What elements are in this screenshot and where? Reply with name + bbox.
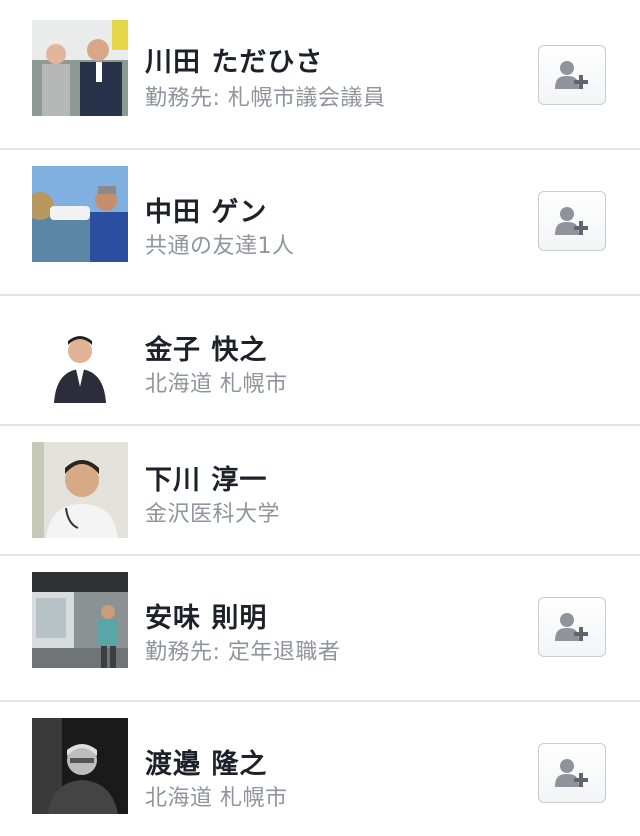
avatar[interactable] [32, 313, 128, 409]
list-item[interactable]: 川田 ただひさ 勤務先: 札幌市議会議員 [0, 0, 640, 150]
person-name[interactable]: 川田 ただひさ [145, 40, 323, 79]
person-detail: 共通の友達1人 [145, 234, 295, 259]
add-friend-button[interactable] [538, 743, 606, 803]
avatar[interactable] [32, 166, 128, 262]
list-item[interactable]: 渡邉 隆之 北海道 札幌市 [0, 702, 640, 836]
person-detail: 勤務先: 札幌市議会議員 [145, 86, 386, 111]
person-name[interactable]: 安味 則明 [145, 596, 267, 635]
add-friend-icon [555, 613, 588, 641]
add-friend-button[interactable] [538, 45, 606, 105]
add-friend-icon [555, 207, 588, 235]
person-name[interactable]: 中田 ゲン [145, 190, 267, 229]
person-name[interactable]: 金子 快之 [145, 328, 267, 367]
list-item[interactable]: 下川 淳一 金沢医科大学 [0, 426, 640, 556]
add-friend-button[interactable] [538, 191, 606, 251]
person-detail: 金沢医科大学 [145, 502, 281, 527]
person-name[interactable]: 下川 淳一 [145, 458, 267, 497]
add-friend-button[interactable] [538, 597, 606, 657]
person-name[interactable]: 渡邉 隆之 [145, 742, 267, 781]
person-detail: 勤務先: 定年退職者 [145, 640, 341, 665]
add-friend-icon [555, 61, 588, 89]
list-item[interactable]: 安味 則明 勤務先: 定年退職者 [0, 556, 640, 702]
person-detail: 北海道 札幌市 [145, 786, 288, 811]
people-list: 川田 ただひさ 勤務先: 札幌市議会議員 中田 ゲン 共通の友達1人 金子 快之… [0, 0, 640, 836]
person-detail: 北海道 札幌市 [145, 372, 288, 397]
avatar[interactable] [32, 572, 128, 668]
add-friend-icon [555, 759, 588, 787]
avatar[interactable] [32, 442, 128, 538]
avatar[interactable] [32, 718, 128, 814]
avatar[interactable] [32, 20, 128, 116]
list-item[interactable]: 中田 ゲン 共通の友達1人 [0, 150, 640, 296]
list-item[interactable]: 金子 快之 北海道 札幌市 [0, 296, 640, 426]
